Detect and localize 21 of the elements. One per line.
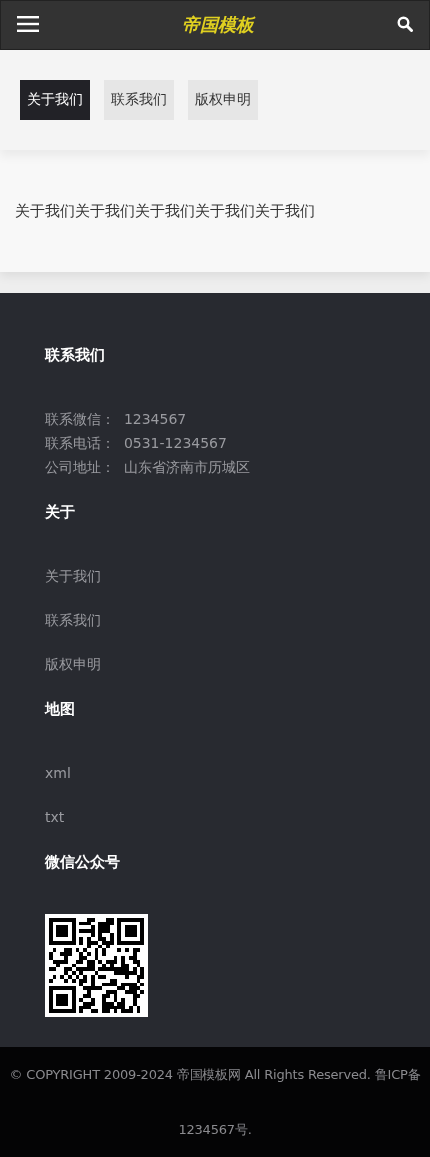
footer-link[interactable]: txt (45, 805, 65, 829)
search-icon[interactable] (397, 15, 413, 35)
footer-link[interactable]: 联系我们 (45, 608, 101, 632)
footer-link[interactable]: 版权申明 (45, 652, 101, 676)
section-heading: 联系我们 (45, 345, 106, 366)
contact-info: 联系微信： 1234567 (45, 410, 188, 429)
tab[interactable]: 版权申明 (188, 80, 258, 120)
qr-code-icon (45, 914, 148, 1017)
contact-info: 公司地址： 山东省济南市历城区 (45, 458, 251, 477)
section-heading: 地图 (45, 699, 76, 720)
content-text: 关于我们关于我们关于我们关于我们关于我们 (15, 201, 315, 221)
contact-info: 联系电话： 0531-1234567 (45, 434, 228, 453)
menu-icon[interactable] (17, 15, 39, 35)
section-heading: 微信公众号 (45, 852, 121, 873)
footer-link[interactable]: xml (45, 761, 71, 785)
site-title: 帝国模板 (182, 13, 254, 37)
tab[interactable]: 联系我们 (104, 80, 174, 120)
footer-link[interactable]: 关于我们 (45, 564, 101, 588)
section-heading: 关于 (45, 502, 76, 523)
copyright-text: © COPYRIGHT 2009-2024 帝国模板网 All Rights Reserved. 鲁ICP备1234567号. (8, 1066, 422, 1139)
tab[interactable]: 关于我们 (20, 80, 90, 120)
